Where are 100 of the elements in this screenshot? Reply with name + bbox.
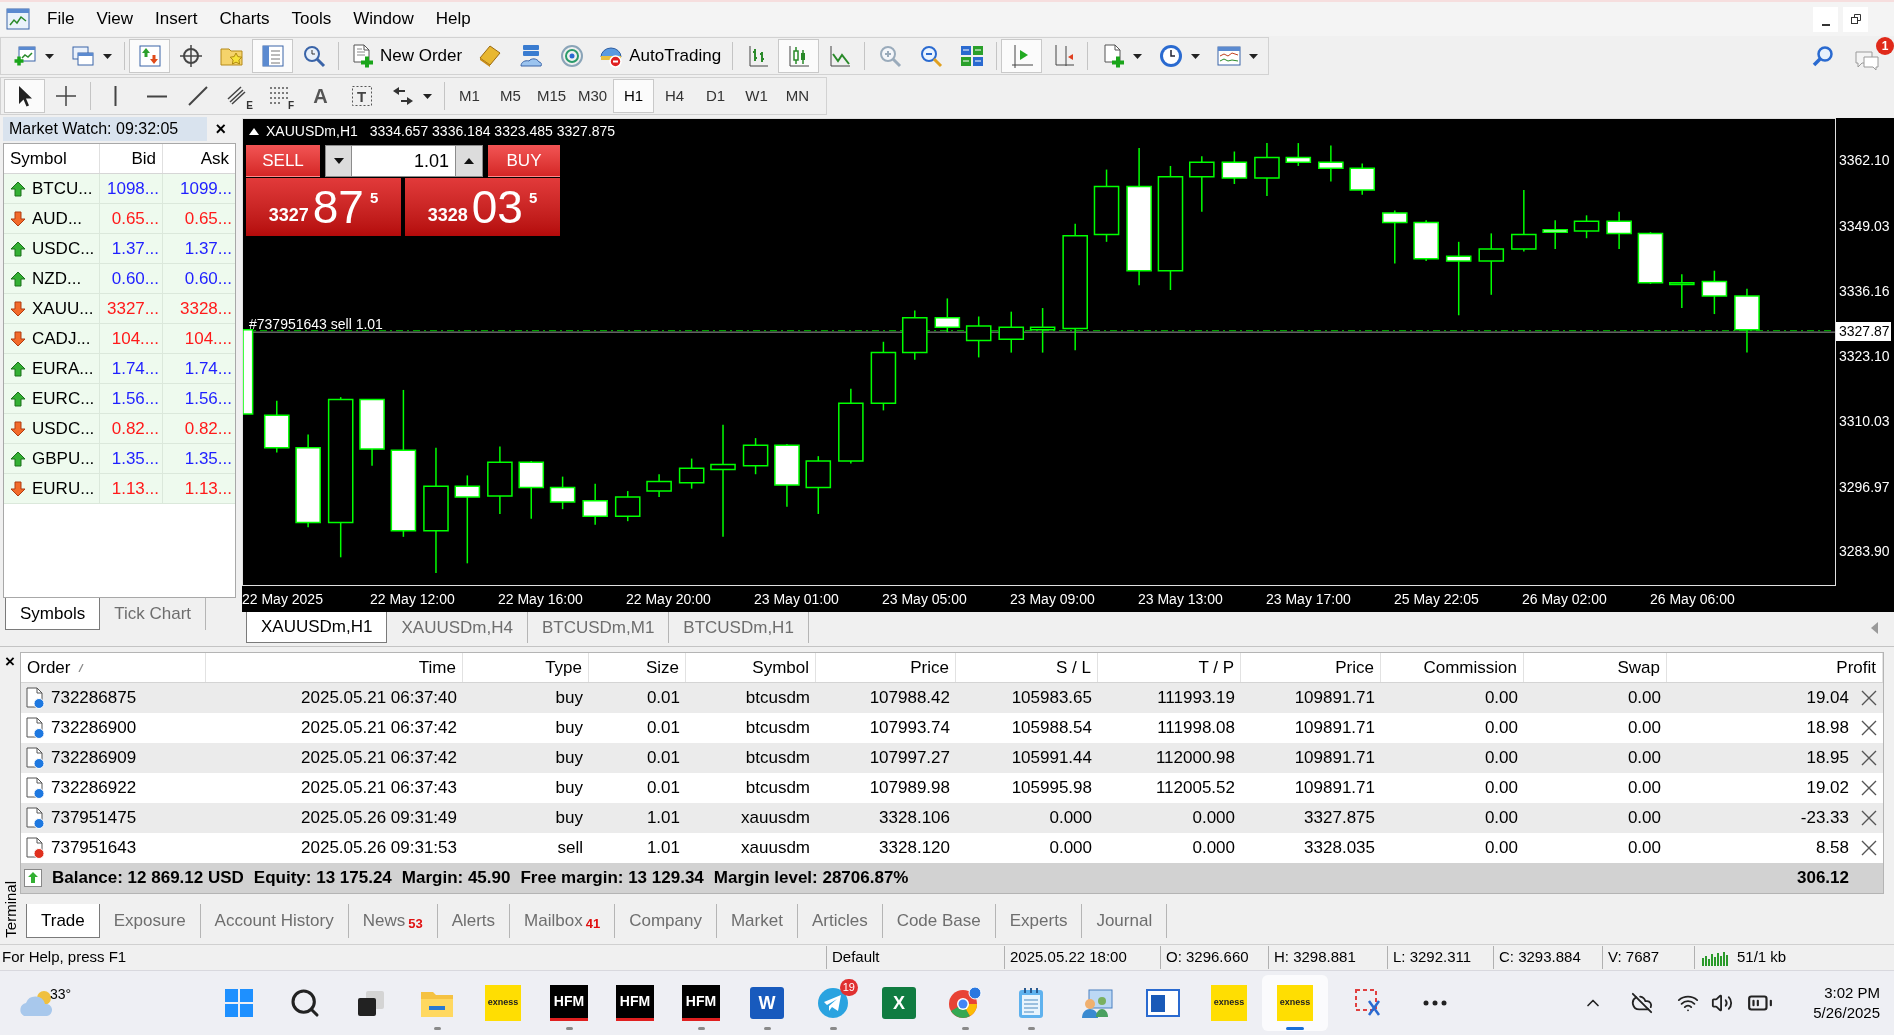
taskbar-app[interactable]: exness [1196, 975, 1262, 1031]
column-header[interactable]: T / P [1098, 653, 1241, 682]
column-header[interactable]: Symbol [4, 144, 99, 173]
symbol-row[interactable]: USDC... 0.82... 0.82... [4, 414, 235, 444]
column-header[interactable]: Size [589, 653, 686, 682]
close-button[interactable]: × [215, 120, 226, 138]
left-triangle-icon[interactable] [1871, 621, 1878, 634]
tab[interactable]: Trade [26, 904, 100, 938]
triangle-up-icon[interactable] [249, 128, 259, 135]
lot-size-field[interactable]: 1.01 [352, 145, 455, 177]
toolbar-button[interactable]: AutoTrading [592, 39, 729, 73]
tab[interactable]: Experts [995, 904, 1083, 938]
weather-temperature[interactable]: 33° [50, 984, 72, 1005]
close-button[interactable]: × [5, 653, 15, 670]
column-header[interactable]: Commission [1381, 653, 1524, 682]
close-icon[interactable] [1861, 840, 1877, 856]
symbol-row[interactable]: EURU... 1.13... 1.13... [4, 474, 235, 504]
increase-button[interactable] [455, 145, 483, 177]
column-header[interactable]: S / L [956, 653, 1098, 682]
tool-button[interactable]: F [259, 79, 300, 113]
column-header[interactable]: Price [816, 653, 956, 682]
taskbar-app[interactable]: X [866, 975, 932, 1031]
symbol-row[interactable]: NZD... 0.60... 0.60... [4, 264, 235, 294]
minimize-button[interactable] [1813, 6, 1838, 32]
column-header[interactable]: Ask [162, 144, 235, 173]
sell-button[interactable]: SELL [246, 145, 320, 177]
table-row[interactable]: 732286875 2025.05.21 06:37:40 buy 0.01 btcusdm 107988.42 105983.65 111993.19 109891.71 0.00 0.00 19.04 [21, 683, 1883, 713]
toolbar-button[interactable] [778, 39, 820, 73]
tab[interactable]: XAUUSDm,H1 [246, 612, 388, 643]
menu-item[interactable]: Help [424, 6, 482, 32]
timeframe-button[interactable]: M30 [572, 79, 613, 113]
table-row[interactable]: 732286909 2025.05.21 06:37:42 buy 0.01 btcusdm 107997.27 105991.44 112000.98 109891.71 0.00 0.00 18.95 [21, 743, 1883, 773]
taskbar-app[interactable]: HFM [536, 975, 602, 1031]
tool-button[interactable] [4, 79, 45, 113]
taskbar-app[interactable]: HFM [668, 975, 734, 1031]
tab[interactable]: Articles [797, 904, 883, 938]
tab[interactable]: Tick Chart [100, 598, 206, 630]
tool-button[interactable]: E [218, 79, 259, 113]
symbol-row[interactable]: AUD... 0.65... 0.65... [4, 204, 235, 234]
menu-item[interactable]: Charts [208, 6, 281, 32]
buy-button[interactable]: BUY [488, 145, 560, 177]
timeframe-button[interactable]: H4 [654, 79, 695, 113]
tab[interactable]: BTCUSDm,H1 [669, 612, 809, 643]
symbol-row[interactable]: EURC... 1.56... 1.56... [4, 384, 235, 414]
cloud-off-icon[interactable] [1631, 992, 1654, 1014]
restore-button[interactable] [1843, 6, 1868, 32]
close-icon[interactable] [1861, 810, 1877, 826]
column-header[interactable]: Order [21, 653, 206, 682]
taskbar-app[interactable]: exness [1262, 975, 1328, 1031]
menu-item[interactable]: Window [342, 6, 425, 32]
taskbar-app[interactable]: 19 [800, 975, 866, 1031]
clock-date[interactable]: 5/26/2025 [1813, 1003, 1880, 1023]
menu-item[interactable]: File [36, 6, 86, 32]
symbol-row[interactable]: BTCU... 1098... 1099... [4, 174, 235, 204]
timeframe-button[interactable]: W1 [736, 79, 777, 113]
table-row[interactable]: 737951475 2025.05.26 09:31:49 buy 1.01 xauusdm 3328.106 0.000 0.000 3327.875 0.00 0.00 -23.33 [21, 803, 1883, 833]
column-header[interactable]: Profit [1667, 653, 1883, 682]
close-icon[interactable] [1861, 690, 1877, 706]
timeframe-button[interactable]: M15 [531, 79, 572, 113]
decrease-button[interactable] [325, 145, 352, 177]
symbol-row[interactable]: EURA... 1.74... 1.74... [4, 354, 235, 384]
timeframe-button[interactable]: M5 [490, 79, 531, 113]
taskbar-app[interactable]: exness [470, 975, 536, 1031]
tab[interactable]: BTCUSDm,M1 [527, 612, 670, 643]
symbol-row[interactable]: GBPU... 1.35... 1.35... [4, 444, 235, 474]
close-icon[interactable] [1861, 750, 1877, 766]
search-icon[interactable] [1812, 45, 1834, 67]
menu-item[interactable]: View [85, 6, 144, 32]
timeframe-button[interactable]: D1 [695, 79, 736, 113]
tab[interactable]: Journal [1082, 904, 1168, 938]
tab[interactable]: Code Base [882, 904, 996, 938]
timeframe-button[interactable]: MN [777, 79, 818, 113]
timeframe-button[interactable]: H1 [613, 79, 654, 113]
clock-time[interactable]: 3:02 PM [1824, 983, 1880, 1003]
tab[interactable]: Symbols [5, 598, 101, 630]
close-icon[interactable] [1861, 720, 1877, 736]
column-header[interactable]: Swap [1524, 653, 1667, 682]
menu-item[interactable]: Tools [280, 6, 343, 32]
menu-item[interactable]: Insert [143, 6, 209, 32]
taskbar-app[interactable]: HFM [602, 975, 668, 1031]
tab[interactable]: Market [716, 904, 798, 938]
toolbar-button[interactable]: New Order [343, 39, 470, 73]
text-tool-button[interactable]: A [300, 79, 341, 113]
speaker-icon[interactable] [1711, 992, 1734, 1014]
symbol-row[interactable]: XAUU... 3327... 3328... [4, 294, 235, 324]
taskbar-app[interactable]: W [734, 975, 800, 1031]
timeframe-button[interactable]: M1 [449, 79, 490, 113]
symbol-row[interactable]: USDC... 1.37... 1.37... [4, 234, 235, 264]
column-header[interactable]: Time [206, 653, 463, 682]
column-header[interactable]: Type [463, 653, 589, 682]
column-header[interactable]: Bid [99, 144, 162, 173]
tab[interactable]: Alerts [437, 904, 511, 938]
tool-button[interactable]: T [341, 79, 382, 113]
tab[interactable]: Company [615, 904, 717, 938]
tab[interactable]: Exposure [99, 904, 201, 938]
symbol-row[interactable]: CADJ... 104.... 104.... [4, 324, 235, 354]
column-header[interactable]: Symbol [686, 653, 816, 682]
tab[interactable]: XAUUSDm,H4 [387, 612, 528, 643]
close-icon[interactable] [1861, 780, 1877, 796]
tab[interactable]: Account History [200, 904, 349, 938]
